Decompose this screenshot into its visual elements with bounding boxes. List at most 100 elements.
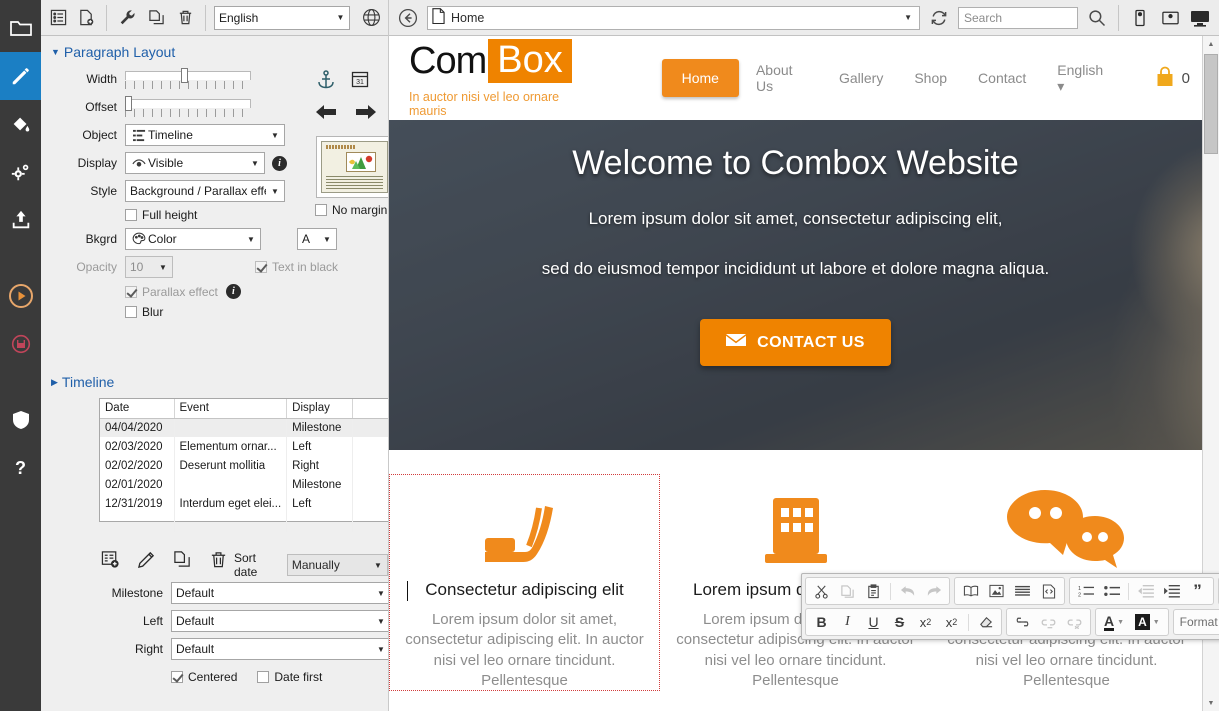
opacity-select[interactable]: 10 ▼ (125, 256, 173, 278)
nav-item-home[interactable]: Home (661, 59, 739, 97)
pages-list-icon[interactable] (45, 5, 71, 31)
indent-icon[interactable] (1159, 580, 1184, 602)
style-select[interactable]: Background / Parallax effe ▼ (125, 180, 285, 202)
column-header-display[interactable]: Display (286, 399, 354, 419)
rail-item-shield-icon[interactable] (0, 396, 41, 444)
parallax-effect-checkbox[interactable]: Parallax effect (125, 285, 218, 299)
object-select[interactable]: Timeline ▼ (125, 124, 285, 146)
strikethrough-icon[interactable]: S (887, 611, 912, 633)
bkgrd-select[interactable]: Color ▼ (125, 228, 261, 250)
numbered-list-icon[interactable]: 1 2 (1073, 580, 1098, 602)
table-row[interactable]: 02/01/2020 Milestone (100, 475, 388, 494)
timeline-table[interactable]: Date Event Display 04/04/2020 Milestone … (99, 398, 388, 532)
left-select[interactable]: Default ▼ (171, 610, 388, 632)
nav-item-shop[interactable]: Shop (900, 60, 961, 96)
outdent-icon[interactable] (1133, 580, 1158, 602)
milestone-select[interactable]: Default ▼ (171, 582, 388, 604)
rail-item-pencil-icon[interactable] (0, 52, 41, 100)
full-height-checkbox[interactable]: Full height (125, 208, 197, 222)
table-row[interactable]: 02/02/2020 Deserunt mollitia Right (100, 456, 388, 475)
subscript-icon[interactable]: x2 (913, 611, 938, 633)
bulleted-list-icon[interactable] (1099, 580, 1124, 602)
rail-item-save-circle-icon[interactable] (0, 320, 41, 368)
width-slider[interactable] (125, 68, 251, 90)
cart-widget[interactable]: 0 (1155, 66, 1190, 91)
rail-item-help-icon[interactable]: ? (0, 444, 41, 492)
globe-icon[interactable] (358, 5, 384, 31)
text-color-icon[interactable]: A ▼ (1099, 611, 1129, 633)
no-margin-checkbox[interactable]: No margin (315, 203, 387, 217)
bold-icon[interactable]: B (809, 611, 834, 633)
tablet-view-icon[interactable] (1157, 5, 1183, 31)
superscript-icon[interactable]: x2 (939, 611, 964, 633)
text-in-black-checkbox[interactable]: Text in black (255, 260, 338, 274)
sort-date-select[interactable]: Manually ▼ (286, 554, 388, 576)
offset-slider[interactable] (125, 96, 251, 118)
scrollbar-thumb[interactable] (1204, 54, 1218, 154)
wrench-icon[interactable] (114, 5, 140, 31)
info-icon[interactable]: i (272, 155, 287, 171)
timeline-section-header[interactable]: ▶ Timeline (41, 366, 114, 396)
right-select[interactable]: Default ▼ (171, 638, 388, 660)
new-page-icon[interactable] (73, 5, 99, 31)
spellcheck-icon[interactable] (958, 580, 983, 602)
info-icon[interactable]: i (225, 284, 241, 299)
duplicate-event-icon[interactable] (171, 548, 193, 570)
rail-item-play-circle-icon[interactable] (0, 272, 41, 320)
link-icon[interactable] (1010, 611, 1035, 633)
trash-icon[interactable] (172, 5, 198, 31)
blur-checkbox[interactable]: Blur (125, 305, 163, 319)
background-color-icon[interactable]: A ▼ (1130, 611, 1165, 633)
font-select[interactable]: A ▼ (297, 228, 337, 250)
edit-event-icon[interactable] (135, 548, 157, 570)
copy-icon[interactable] (835, 580, 860, 602)
rail-item-folder-icon[interactable] (0, 4, 41, 52)
rail-item-upload-icon[interactable] (0, 196, 41, 244)
duplicate-icon[interactable] (143, 5, 169, 31)
reload-icon[interactable] (926, 5, 952, 31)
calendar-icon[interactable]: 31 (351, 70, 369, 92)
magnifier-icon[interactable] (1084, 5, 1110, 31)
remove-format-icon[interactable] (973, 611, 998, 633)
image-icon[interactable] (984, 580, 1009, 602)
paragraph-layout-section-header[interactable]: ▼ Paragraph Layout (41, 36, 388, 66)
chevron-down-icon[interactable]: ▼ (904, 13, 915, 22)
scroll-up-icon[interactable]: ▲ (1203, 36, 1219, 52)
add-event-icon[interactable] (99, 548, 121, 570)
redo-icon[interactable] (921, 580, 946, 602)
search-input[interactable]: Search (958, 6, 1078, 29)
nav-item-contact[interactable]: Contact (964, 60, 1040, 96)
blockquote-icon[interactable]: ” (1185, 580, 1210, 602)
table-row[interactable]: 02/03/2020 Elementum ornar... Left (100, 437, 388, 456)
column-header-extra[interactable] (352, 399, 388, 419)
delete-event-icon[interactable] (207, 548, 229, 570)
source-code-icon[interactable] (1036, 580, 1061, 602)
nav-item-about-us[interactable]: About Us (742, 52, 822, 104)
address-bar[interactable]: Home ▼ (427, 5, 920, 30)
arrow-left-icon[interactable] (315, 104, 337, 123)
contact-us-button[interactable]: CONTACT US (700, 319, 891, 366)
scroll-down-icon[interactable]: ▼ (1203, 695, 1219, 711)
desktop-view-icon[interactable] (1187, 5, 1213, 31)
anchor-link-icon[interactable] (1036, 611, 1061, 633)
table-row[interactable] (100, 513, 388, 532)
centered-checkbox[interactable]: Centered (171, 670, 237, 684)
table-row[interactable]: 04/04/2020 Milestone (100, 418, 388, 437)
back-arrow-icon[interactable] (395, 5, 421, 31)
underline-icon[interactable]: U (861, 611, 886, 633)
table-row[interactable]: 12/31/2019 Interdum eget elei... Left (100, 494, 388, 513)
italic-icon[interactable]: I (835, 611, 860, 633)
arrow-right-icon[interactable] (355, 104, 377, 123)
rail-item-gears-icon[interactable] (0, 148, 41, 196)
phone-view-icon[interactable] (1127, 5, 1153, 31)
anchor-icon[interactable] (317, 70, 335, 92)
undo-icon[interactable] (895, 580, 920, 602)
feature-column-1[interactable]: Consectetur adipiscing elit Lorem ipsum … (389, 474, 660, 691)
display-select[interactable]: Visible ▼ (125, 152, 265, 174)
unlink-icon[interactable] (1062, 611, 1087, 633)
site-logo[interactable]: Com Box In auctor nisi vel leo ornare ma… (409, 38, 596, 118)
paste-icon[interactable] (861, 580, 886, 602)
date-first-checkbox[interactable]: Date first (257, 670, 322, 684)
paragraph-icon[interactable] (1010, 580, 1035, 602)
format-dropdown[interactable]: Format ▼ (1172, 609, 1219, 635)
